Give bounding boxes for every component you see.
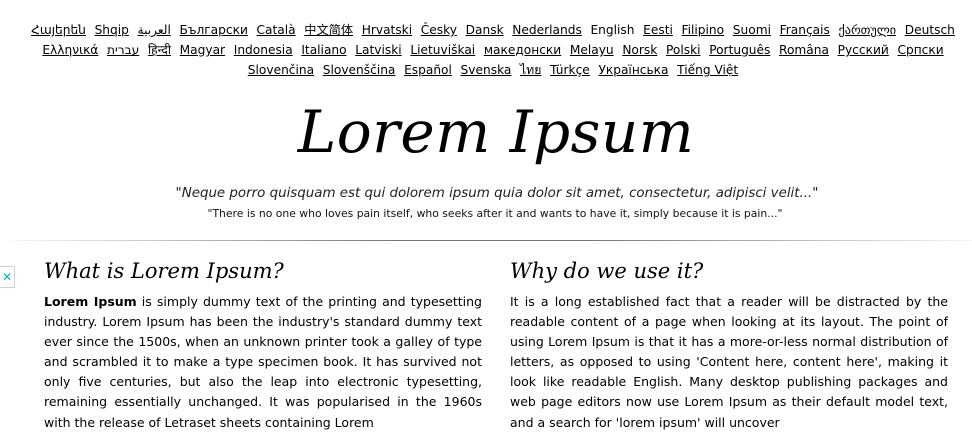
header-divider xyxy=(14,240,972,241)
language-link[interactable]: Català xyxy=(257,23,296,37)
language-link[interactable]: Norsk xyxy=(622,43,657,57)
language-link[interactable]: Suomi xyxy=(733,23,771,37)
language-link[interactable]: Pyccкий xyxy=(838,43,889,57)
language-link[interactable]: Magyar xyxy=(180,43,225,57)
language-link[interactable]: Nederlands xyxy=(512,23,582,37)
language-link[interactable]: हिन्दी xyxy=(148,43,171,57)
language-selector: Հայերեն Shqip العربية Български Català 中… xyxy=(28,20,958,80)
language-link[interactable]: Slovenčina xyxy=(248,63,314,77)
language-link[interactable]: Svenska xyxy=(461,63,512,77)
section-heading-what: What is Lorem Ipsum? xyxy=(44,259,284,283)
language-link[interactable]: Türkçe xyxy=(550,63,590,77)
language-link[interactable]: Deutsch xyxy=(905,23,955,37)
site-title: Lorem Ipsum xyxy=(297,98,695,166)
language-link[interactable]: Filipino xyxy=(682,23,725,37)
language-link[interactable]: Indonesia xyxy=(234,43,293,57)
language-link[interactable]: Tiếng Việt xyxy=(677,63,738,77)
quote-latin: "Neque porro quisquam est qui dolorem ip… xyxy=(175,186,819,201)
language-link[interactable]: Українська xyxy=(598,63,668,77)
section-heading-why: Why do we use it? xyxy=(510,259,704,283)
language-link[interactable]: Latviski xyxy=(355,43,401,57)
language-link[interactable]: Lietuviškai xyxy=(410,43,475,57)
lorem-ipsum-bold: Lorem Ipsum xyxy=(44,294,137,309)
section-what-is-lorem-ipsum: What is Lorem Ipsum? Lorem Ipsum is simp… xyxy=(44,252,482,433)
language-link[interactable]: Hrvatski xyxy=(362,23,412,37)
language-link[interactable]: Dansk xyxy=(466,23,504,37)
language-link[interactable]: العربية xyxy=(138,23,171,37)
language-link[interactable]: Melayu xyxy=(570,43,614,57)
language-link[interactable]: Հայերեն xyxy=(31,23,86,37)
language-link[interactable]: ไทย xyxy=(520,63,541,77)
language-link[interactable]: Česky xyxy=(421,23,457,37)
language-link[interactable]: Italiano xyxy=(301,43,346,57)
language-link[interactable]: Български xyxy=(180,23,248,37)
section-body-why: It is a long established fact that a rea… xyxy=(510,294,948,430)
language-link[interactable]: ქართული xyxy=(839,23,897,37)
ad-close-icon[interactable]: ✕ xyxy=(0,266,15,288)
language-link[interactable]: 中文简体 xyxy=(304,23,353,37)
language-link[interactable]: Polski xyxy=(666,43,701,57)
language-link[interactable]: македонски xyxy=(484,43,561,57)
section-body-what: Lorem Ipsum is simply dummy text of the … xyxy=(44,292,482,433)
quote-english: "There is no one who loves pain itself, … xyxy=(207,207,783,220)
section-body-what-text: is simply dummy text of the printing and… xyxy=(44,294,482,430)
page: Հայերեն Shqip العربية Български Català 中… xyxy=(0,0,972,436)
language-link[interactable]: Eesti xyxy=(643,23,673,37)
language-link[interactable]: Ελληνικά xyxy=(42,43,98,57)
language-link[interactable]: Français xyxy=(780,23,830,37)
language-link: English xyxy=(590,23,635,37)
language-link[interactable]: Español xyxy=(404,63,452,77)
language-link[interactable]: Româna xyxy=(779,43,829,57)
language-link[interactable]: Српски xyxy=(897,43,943,57)
language-link[interactable]: Português xyxy=(709,43,770,57)
language-link[interactable]: עברית xyxy=(107,43,139,57)
language-link[interactable]: Shqip xyxy=(95,23,129,37)
language-link[interactable]: Slovenščina xyxy=(323,63,396,77)
section-why-use-it: Why do we use it? It is a long establish… xyxy=(510,252,948,433)
